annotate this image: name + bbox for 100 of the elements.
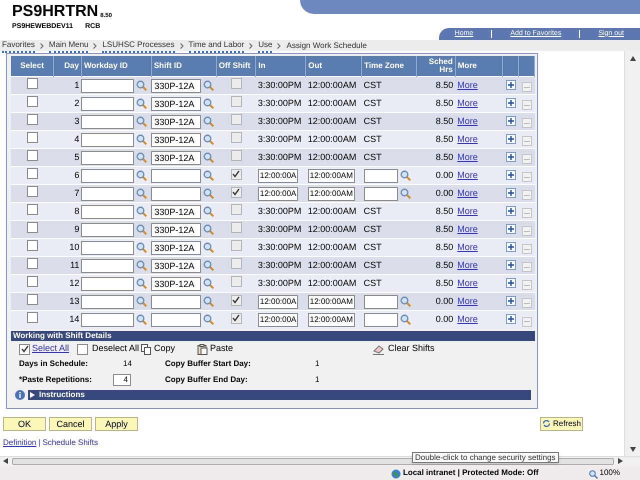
in-time-field[interactable]: 12:00:00A — [258, 168, 298, 182]
off-shift-checkbox[interactable] — [230, 168, 242, 180]
select-all-link[interactable]: Select All — [32, 342, 70, 356]
search-icon[interactable] — [136, 314, 148, 326]
select-all-checkbox[interactable] — [19, 344, 30, 354]
out-time-field[interactable]: 12:00:00AM — [308, 168, 355, 182]
delete-row-button[interactable] — [522, 172, 532, 182]
search-icon[interactable] — [203, 206, 214, 217]
search-icon[interactable] — [203, 188, 214, 199]
add-row-button[interactable] — [506, 224, 516, 234]
delete-row-button[interactable] — [522, 208, 532, 218]
search-icon[interactable] — [400, 314, 411, 326]
off-shift-checkbox[interactable] — [230, 114, 242, 125]
workday-id-field[interactable] — [81, 132, 134, 146]
delete-row-button[interactable] — [522, 316, 532, 326]
off-shift-checkbox[interactable] — [230, 258, 242, 269]
clear-shifts-label[interactable]: Clear Shifts — [388, 342, 435, 356]
shift-id-field[interactable] — [151, 294, 202, 308]
clipboard-icon[interactable] — [197, 344, 208, 354]
add-row-button[interactable] — [506, 314, 516, 324]
delete-row-button[interactable] — [522, 190, 532, 200]
shift-id-field[interactable]: 330P-12A — [151, 96, 202, 110]
row-checkbox[interactable] — [26, 114, 38, 125]
add-row-button[interactable] — [506, 296, 516, 306]
workday-id-field[interactable] — [81, 258, 134, 272]
more-link[interactable]: More — [457, 116, 478, 126]
shift-id-field[interactable]: 330P-12A — [151, 276, 202, 290]
search-icon[interactable] — [136, 278, 148, 289]
security-zone[interactable]: Local intranet | Protected Mode: Off — [402, 467, 539, 479]
search-icon[interactable] — [136, 134, 148, 145]
workday-id-field[interactable] — [81, 186, 134, 200]
instructions-label[interactable]: Instructions — [39, 388, 85, 400]
schedule-shifts-link[interactable]: Schedule Shifts — [42, 436, 98, 448]
action-button[interactable]: Apply — [95, 416, 138, 430]
more-link[interactable]: More — [457, 242, 478, 252]
search-icon[interactable] — [203, 80, 214, 91]
add-row-button[interactable] — [506, 134, 516, 144]
search-icon[interactable] — [136, 296, 148, 307]
deselect-all-label[interactable]: Deselect All — [92, 342, 140, 356]
row-checkbox[interactable] — [26, 258, 38, 269]
row-checkbox[interactable] — [26, 168, 38, 179]
delete-row-button[interactable] — [522, 82, 532, 92]
workday-id-field[interactable] — [81, 96, 134, 110]
search-icon[interactable] — [400, 188, 411, 199]
add-row-button[interactable] — [506, 98, 516, 108]
row-checkbox[interactable] — [26, 312, 38, 323]
more-link[interactable]: More — [457, 134, 478, 144]
more-link[interactable]: More — [457, 152, 478, 162]
search-icon[interactable] — [136, 98, 148, 109]
eraser-icon[interactable] — [373, 344, 385, 354]
add-row-button[interactable] — [506, 278, 516, 288]
refresh-button[interactable]: Refresh — [540, 416, 583, 430]
more-link[interactable]: More — [457, 80, 478, 90]
in-time-field[interactable]: 12:00:00A — [258, 312, 298, 327]
row-checkbox[interactable] — [26, 186, 38, 197]
shift-id-field[interactable]: 330P-12A — [151, 240, 202, 254]
delete-row-button[interactable] — [522, 298, 532, 308]
off-shift-checkbox[interactable] — [230, 78, 242, 89]
search-icon[interactable] — [136, 260, 148, 271]
off-shift-checkbox[interactable] — [230, 150, 242, 161]
delete-row-button[interactable] — [522, 226, 532, 236]
action-button[interactable]: OK — [3, 416, 46, 430]
delete-row-button[interactable] — [522, 262, 532, 272]
shift-id-field[interactable] — [151, 186, 202, 200]
expand-arrow-icon[interactable] — [30, 392, 36, 398]
in-time-field[interactable]: 12:00:00A — [258, 294, 298, 308]
more-link[interactable]: More — [457, 278, 478, 288]
shift-id-field[interactable]: 330P-12A — [151, 78, 202, 92]
row-checkbox[interactable] — [26, 276, 38, 287]
workday-id-field[interactable] — [81, 276, 134, 290]
delete-row-button[interactable] — [522, 118, 532, 128]
add-row-button[interactable] — [506, 170, 516, 180]
action-button[interactable]: Cancel — [49, 416, 92, 430]
search-icon[interactable] — [136, 170, 148, 181]
paste-repetitions-field[interactable]: 4 — [113, 374, 131, 386]
off-shift-checkbox[interactable] — [230, 312, 242, 324]
off-shift-checkbox[interactable] — [230, 222, 242, 233]
search-icon[interactable] — [136, 188, 148, 199]
workday-id-field[interactable] — [81, 204, 134, 218]
row-checkbox[interactable] — [26, 150, 38, 161]
shift-id-field[interactable] — [151, 168, 202, 182]
search-icon[interactable] — [400, 170, 411, 181]
search-icon[interactable] — [203, 242, 214, 253]
search-icon[interactable] — [203, 116, 214, 127]
row-checkbox[interactable] — [26, 222, 38, 233]
row-checkbox[interactable] — [26, 78, 38, 89]
search-icon[interactable] — [203, 314, 214, 326]
add-row-button[interactable] — [506, 206, 516, 216]
workday-id-field[interactable] — [81, 78, 134, 92]
search-icon[interactable] — [203, 152, 214, 163]
shift-id-field[interactable]: 330P-12A — [151, 258, 202, 272]
in-time-field[interactable]: 12:00:00A — [258, 186, 298, 200]
paste-label[interactable]: Paste — [210, 342, 234, 356]
add-row-button[interactable] — [506, 242, 516, 252]
search-icon[interactable] — [136, 116, 148, 127]
off-shift-checkbox[interactable] — [230, 276, 242, 287]
search-icon[interactable] — [203, 278, 214, 289]
breadcrumb-item[interactable]: Assign Work Schedule — [286, 40, 367, 52]
zoom-level[interactable]: 100% — [600, 467, 620, 479]
out-time-field[interactable]: 12:00:00AM — [308, 312, 355, 327]
